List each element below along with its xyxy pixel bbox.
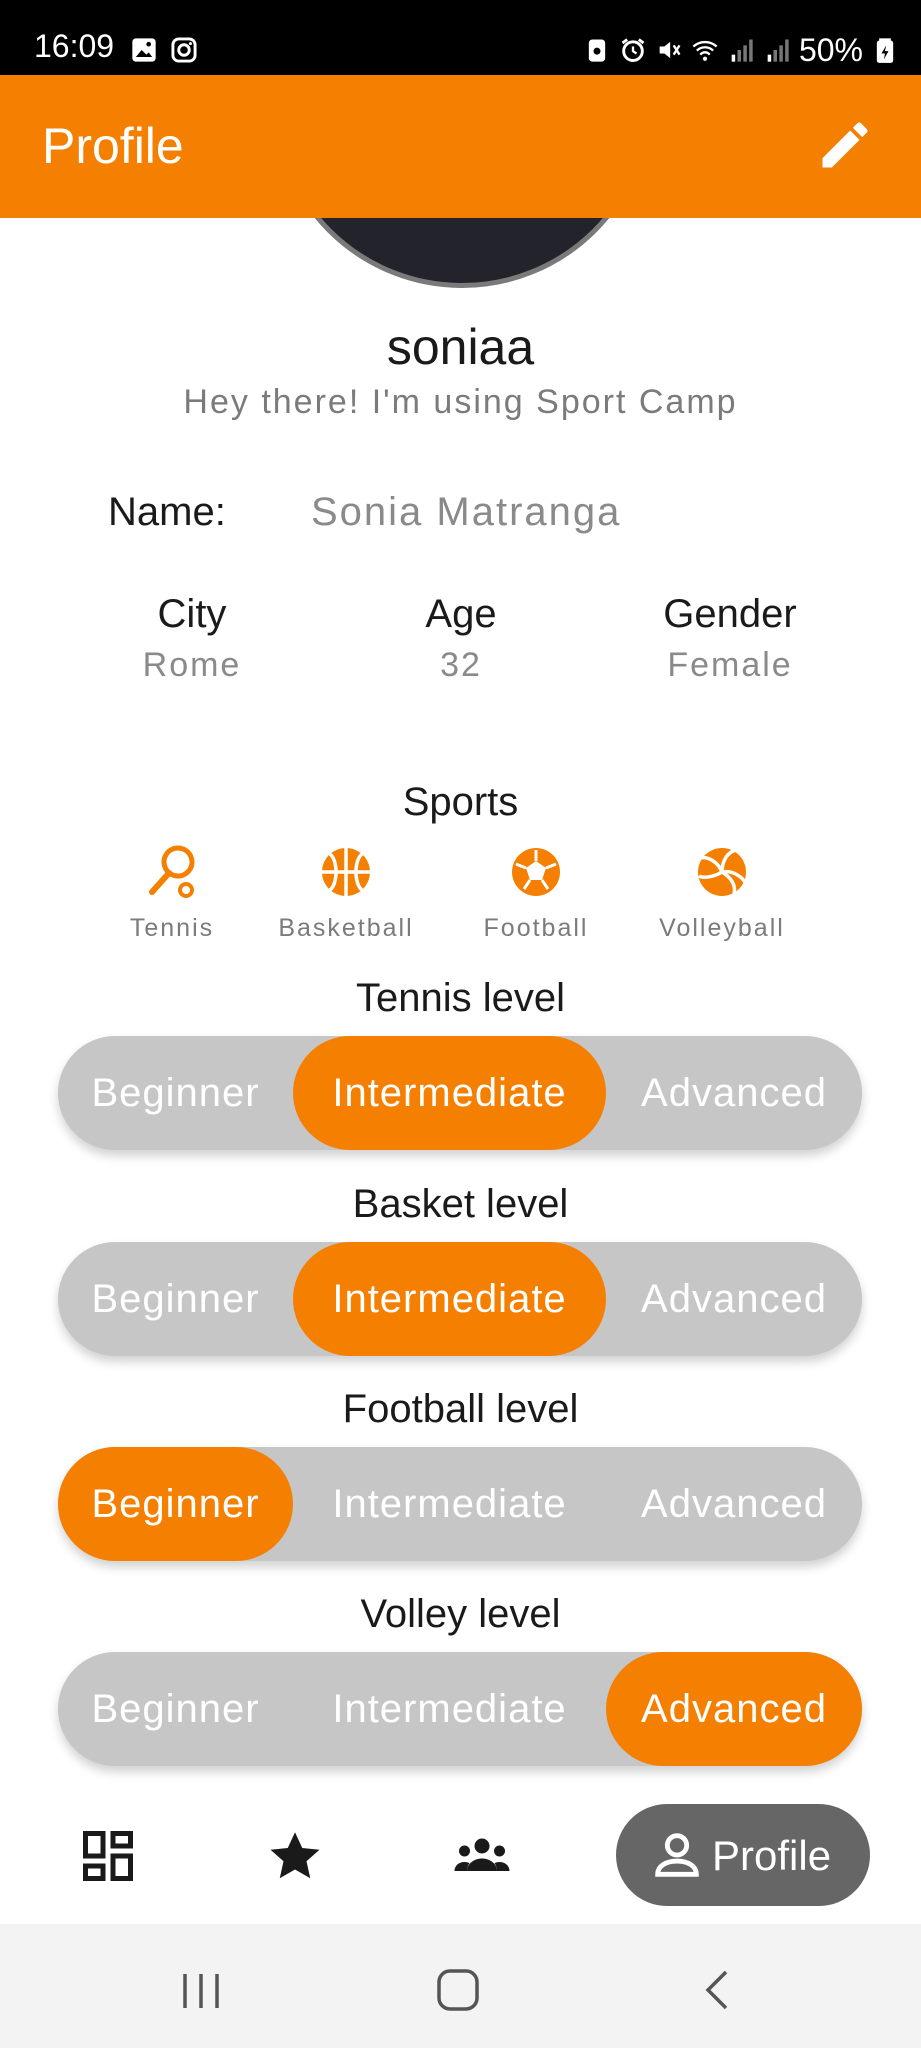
person-icon (655, 1833, 699, 1877)
volley-level-selector: Beginner Intermediate Advanced (58, 1652, 862, 1766)
battery-percentage: 50% (798, 32, 863, 68)
city-value: Rome (142, 646, 242, 684)
dashboard-icon[interactable] (78, 1826, 138, 1886)
gender-value: Female (667, 646, 793, 684)
level-option-advanced[interactable]: Advanced (606, 1242, 862, 1356)
sport-volleyball[interactable]: Volleyball (622, 842, 822, 943)
age-label: Age (425, 592, 497, 636)
sport-football[interactable]: Football (436, 842, 636, 943)
sport-basketball[interactable]: Basketball (246, 842, 446, 943)
level-option-advanced[interactable]: Advanced (606, 1447, 862, 1561)
groups-icon[interactable] (452, 1826, 512, 1886)
level-option-advanced[interactable]: Advanced (606, 1036, 862, 1150)
age-info: Age 32 (321, 592, 601, 685)
status-bar: 16:09 50% (0, 0, 921, 75)
alarm-icon (621, 38, 645, 62)
signal-icon-2 (767, 39, 789, 62)
football-level-title: Football level (342, 1387, 579, 1431)
recent-apps-icon[interactable] (171, 1964, 231, 2016)
gender-info: Gender Female (590, 592, 870, 685)
status-message: Hey there! I'm using Sport Camp (183, 383, 738, 421)
volleyball-icon (698, 848, 748, 896)
signal-icon (731, 39, 753, 62)
app-bar: Profile (0, 75, 921, 218)
star-icon[interactable] (265, 1826, 325, 1886)
basketball-icon (322, 848, 370, 896)
sport-tennis[interactable]: Tennis (72, 842, 272, 943)
level-option-beginner[interactable]: Beginner (58, 1652, 293, 1766)
back-icon[interactable] (688, 1964, 748, 2016)
status-time: 16:09 (34, 28, 115, 64)
basket-level-title: Basket level (352, 1182, 569, 1226)
level-option-advanced[interactable]: Advanced (606, 1652, 862, 1766)
name-value: Sonia Matranga (311, 490, 622, 534)
level-option-beginner[interactable]: Beginner (58, 1242, 293, 1356)
tennis-level-title: Tennis level (355, 976, 565, 1020)
instagram-icon (171, 37, 197, 63)
sport-label: Football (483, 914, 589, 942)
nav-item-profile[interactable]: Profile (616, 1804, 870, 1906)
home-icon[interactable] (428, 1964, 488, 2016)
city-label: City (157, 592, 227, 636)
football-level-selector: Beginner Intermediate Advanced (58, 1447, 862, 1561)
edit-icon[interactable] (815, 115, 875, 175)
nav-item-label: Profile (712, 1832, 832, 1879)
wifi-icon (692, 40, 718, 61)
battery-icon (876, 38, 894, 63)
age-value: 32 (440, 646, 482, 684)
level-option-beginner[interactable]: Beginner (58, 1447, 293, 1561)
name-label: Name: (108, 490, 226, 534)
level-option-intermediate[interactable]: Intermediate (293, 1036, 606, 1150)
level-option-intermediate[interactable]: Intermediate (293, 1242, 606, 1356)
volley-level-title: Volley level (360, 1592, 561, 1636)
bottom-navigation: Profile (0, 1786, 921, 1924)
basket-level-selector: Beginner Intermediate Advanced (58, 1242, 862, 1356)
sport-label: Tennis (129, 914, 215, 942)
lock-icon (588, 39, 606, 62)
avatar[interactable] (272, 218, 652, 290)
sports-title: Sports (402, 780, 519, 824)
mute-icon (659, 41, 681, 59)
tennis-level-selector: Beginner Intermediate Advanced (58, 1036, 862, 1150)
page-title: Profile (42, 118, 184, 174)
level-option-intermediate[interactable]: Intermediate (293, 1652, 606, 1766)
sport-label: Volleyball (659, 914, 785, 942)
city-info: City Rome (52, 592, 332, 685)
system-navigation-bar (0, 1924, 921, 2048)
username: soniaa (386, 319, 535, 375)
gender-label: Gender (663, 592, 797, 636)
sport-label: Basketball (278, 914, 414, 942)
tennis-racket-icon (149, 845, 195, 898)
level-option-beginner[interactable]: Beginner (58, 1036, 293, 1150)
gallery-icon (132, 38, 156, 62)
football-icon (512, 848, 560, 896)
level-option-intermediate[interactable]: Intermediate (293, 1447, 606, 1561)
